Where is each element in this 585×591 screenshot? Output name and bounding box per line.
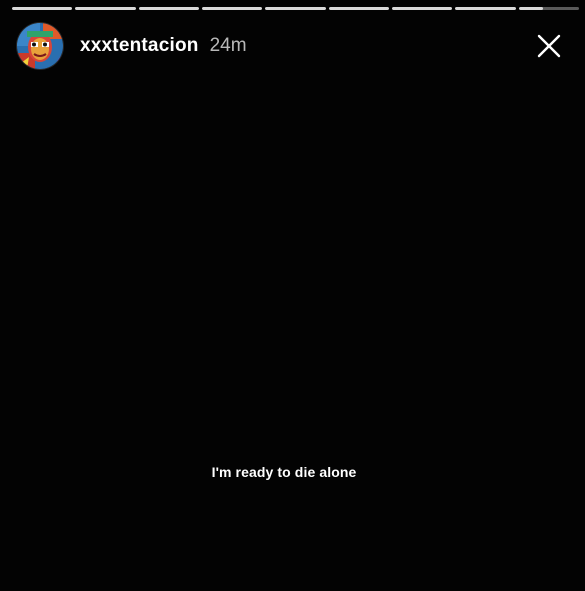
story-progress-bar: [12, 7, 579, 10]
story-caption: I'm ready to die alone: [211, 464, 357, 480]
progress-segment-fill: [391, 7, 453, 10]
progress-segment-fill: [138, 7, 199, 10]
progress-segment: [75, 7, 136, 10]
progress-segment-fill: [455, 7, 516, 10]
progress-segment-fill: [518, 7, 543, 10]
username[interactable]: xxxtentacion: [80, 35, 199, 57]
close-icon: [537, 34, 561, 58]
post-timestamp: 24m: [209, 35, 247, 56]
progress-segment-fill: [201, 7, 263, 10]
close-button[interactable]: [535, 32, 563, 60]
progress-segment: [201, 7, 263, 10]
progress-segment: [455, 7, 516, 10]
progress-segment: [518, 7, 579, 10]
avatar-image: [17, 23, 63, 69]
progress-segment-fill: [12, 7, 73, 10]
progress-segment-fill: [265, 7, 326, 10]
progress-segment: [265, 7, 326, 10]
progress-segment: [12, 7, 73, 10]
progress-segment: [391, 7, 453, 10]
progress-segment-fill: [75, 7, 136, 10]
story-viewer[interactable]: xxxtentacion 24m I'm ready to die alone: [0, 0, 585, 591]
progress-segment: [138, 7, 199, 10]
progress-segment-fill: [328, 7, 389, 10]
progress-segment: [328, 7, 389, 10]
profile-avatar[interactable]: [17, 23, 63, 69]
story-header: xxxtentacion 24m: [17, 22, 573, 70]
